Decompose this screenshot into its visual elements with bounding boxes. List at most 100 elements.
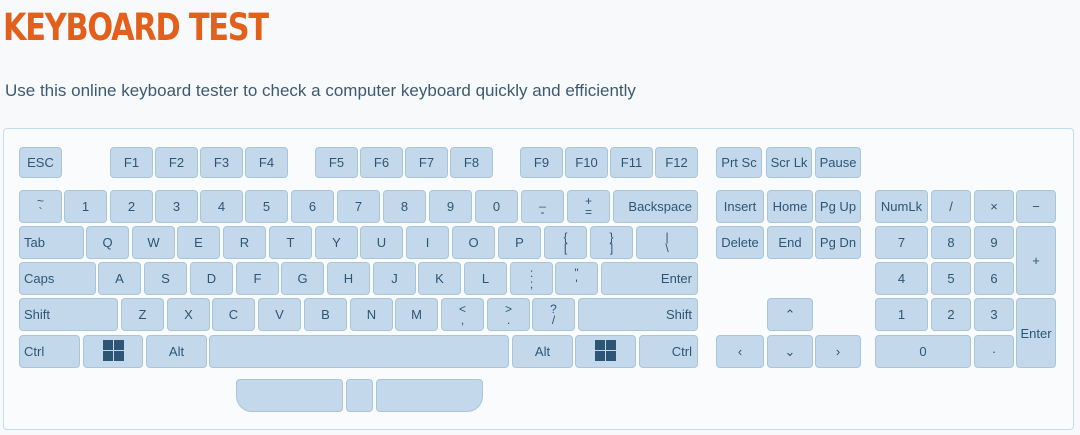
key-q[interactable]: Q xyxy=(86,226,129,259)
key-f10[interactable]: F10 xyxy=(565,147,608,178)
key-z[interactable]: Z xyxy=(121,298,164,331)
key-p[interactable]: P xyxy=(498,226,541,259)
key-num-1[interactable]: 1 xyxy=(875,298,928,331)
key-semicolon[interactable]: :; xyxy=(510,262,553,295)
key-rshift[interactable]: Shift xyxy=(578,298,698,331)
key-r[interactable]: R xyxy=(223,226,266,259)
key-up[interactable]: ⌃ xyxy=(767,298,813,331)
key-lshift[interactable]: Shift xyxy=(19,298,118,331)
key-lwin[interactable] xyxy=(83,335,143,368)
key-d[interactable]: D xyxy=(190,262,233,295)
key-l[interactable]: L xyxy=(464,262,507,295)
key-num-8[interactable]: 8 xyxy=(931,226,971,259)
key-lbracket[interactable]: {[ xyxy=(544,226,587,259)
key-scrlk[interactable]: Scr Lk xyxy=(766,147,812,178)
key-4[interactable]: 4 xyxy=(200,190,243,223)
key-caps[interactable]: Caps xyxy=(19,262,96,295)
key-9[interactable]: 9 xyxy=(429,190,472,223)
key-m[interactable]: M xyxy=(395,298,438,331)
key-n[interactable]: N xyxy=(350,298,393,331)
key-backspace[interactable]: Backspace xyxy=(613,190,698,223)
key-o[interactable]: O xyxy=(452,226,495,259)
key-5[interactable]: 5 xyxy=(245,190,288,223)
key-i[interactable]: I xyxy=(406,226,449,259)
key-numlk[interactable]: NumLk xyxy=(875,190,928,223)
key-tab[interactable]: Tab xyxy=(19,226,84,259)
key-num-9[interactable]: 9 xyxy=(974,226,1014,259)
key-enter[interactable]: Enter xyxy=(601,262,698,295)
key-num-3[interactable]: 3 xyxy=(974,298,1014,331)
key-f[interactable]: F xyxy=(236,262,279,295)
key-num-enter[interactable]: Enter xyxy=(1016,298,1056,368)
key-equals[interactable]: + = xyxy=(567,190,610,223)
key-j[interactable]: J xyxy=(373,262,416,295)
key-s[interactable]: S xyxy=(144,262,187,295)
key-t[interactable]: T xyxy=(269,226,312,259)
key-minus[interactable]: _ - xyxy=(521,190,564,223)
key-f7[interactable]: F7 xyxy=(405,147,448,178)
key-0[interactable]: 0 xyxy=(475,190,518,223)
key-f8[interactable]: F8 xyxy=(450,147,493,178)
key-tilde[interactable]: ~ ` xyxy=(19,190,62,223)
key-a[interactable]: A xyxy=(98,262,141,295)
key-f11[interactable]: F11 xyxy=(610,147,653,178)
key-num-0[interactable]: 0 xyxy=(875,335,971,368)
key-x[interactable]: X xyxy=(167,298,210,331)
key-quote[interactable]: " ' xyxy=(555,262,598,295)
key-end[interactable]: End xyxy=(767,226,813,259)
key-k[interactable]: K xyxy=(418,262,461,295)
key-prtsc[interactable]: Prt Sc xyxy=(716,147,762,178)
key-left[interactable]: ‹ xyxy=(716,335,764,368)
key-u[interactable]: U xyxy=(360,226,403,259)
key-pgdn[interactable]: Pg Dn xyxy=(815,226,861,259)
key-num-add[interactable]: + xyxy=(1016,226,1056,295)
key-rwin[interactable] xyxy=(575,335,636,368)
key-f9[interactable]: F9 xyxy=(520,147,563,178)
key-num-7[interactable]: 7 xyxy=(875,226,928,259)
key-lctrl[interactable]: Ctrl xyxy=(19,335,80,368)
key-6[interactable]: 6 xyxy=(291,190,334,223)
key-e[interactable]: E xyxy=(177,226,220,259)
key-num-2[interactable]: 2 xyxy=(931,298,971,331)
key-f1[interactable]: F1 xyxy=(110,147,153,178)
key-ralt[interactable]: Alt xyxy=(512,335,573,368)
key-f12[interactable]: F12 xyxy=(655,147,698,178)
key-pgup[interactable]: Pg Up xyxy=(815,190,861,223)
key-slash[interactable]: ? / xyxy=(532,298,575,331)
key-c[interactable]: C xyxy=(212,298,255,331)
key-f2[interactable]: F2 xyxy=(155,147,198,178)
key-y[interactable]: Y xyxy=(315,226,358,259)
key-home[interactable]: Home xyxy=(767,190,813,223)
key-pause[interactable]: Pause xyxy=(815,147,861,178)
key-g[interactable]: G xyxy=(281,262,324,295)
key-rbracket[interactable]: }] xyxy=(590,226,633,259)
key-num-6[interactable]: 6 xyxy=(974,262,1014,295)
key-f5[interactable]: F5 xyxy=(315,147,358,178)
key-lalt[interactable]: Alt xyxy=(146,335,207,368)
key-backslash[interactable]: | \ xyxy=(636,226,698,259)
key-f3[interactable]: F3 xyxy=(200,147,243,178)
key-2[interactable]: 2 xyxy=(110,190,153,223)
key-b[interactable]: B xyxy=(304,298,347,331)
key-period[interactable]: >. xyxy=(487,298,530,331)
trackpad-middle-button[interactable] xyxy=(346,379,373,412)
key-3[interactable]: 3 xyxy=(155,190,198,223)
key-esc[interactable]: ESC xyxy=(19,147,62,178)
key-f4[interactable]: F4 xyxy=(245,147,288,178)
key-h[interactable]: H xyxy=(327,262,370,295)
key-f6[interactable]: F6 xyxy=(360,147,403,178)
key-8[interactable]: 8 xyxy=(383,190,426,223)
key-num-multiply[interactable]: × xyxy=(974,190,1014,223)
trackpad-left-button[interactable] xyxy=(236,379,343,412)
key-insert[interactable]: Insert xyxy=(716,190,764,223)
key-right[interactable]: › xyxy=(815,335,861,368)
trackpad-right-button[interactable] xyxy=(376,379,483,412)
key-num-4[interactable]: 4 xyxy=(875,262,928,295)
key-1[interactable]: 1 xyxy=(64,190,107,223)
key-num-divide[interactable]: / xyxy=(931,190,971,223)
key-num-decimal[interactable]: · xyxy=(974,335,1014,368)
key-rctrl[interactable]: Ctrl xyxy=(639,335,698,368)
key-w[interactable]: W xyxy=(132,226,175,259)
key-comma[interactable]: <, xyxy=(441,298,484,331)
key-num-5[interactable]: 5 xyxy=(931,262,971,295)
